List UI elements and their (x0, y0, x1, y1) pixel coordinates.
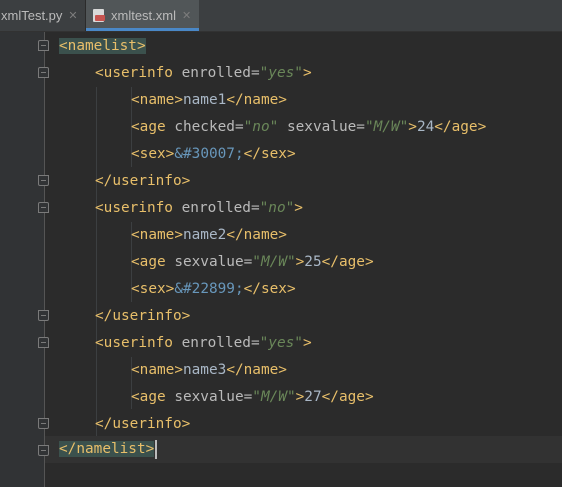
xml-entity: &#22899; (174, 281, 244, 297)
xml-tag: <sex> (131, 146, 175, 162)
fold-icon[interactable] (38, 337, 49, 348)
tab-label: xmltest.xml (111, 8, 176, 23)
close-tab-icon[interactable]: ✕ (68, 9, 77, 22)
xml-attribute-value: "M/W" (252, 389, 296, 405)
fold-icon[interactable] (38, 202, 49, 213)
code-line: </userinfo> (95, 303, 190, 330)
xml-tag: <age (131, 389, 166, 405)
xml-entity: &#30007; (174, 146, 244, 162)
xml-tag: </userinfo> (95, 416, 191, 432)
fold-icon[interactable] (38, 310, 49, 321)
xml-tag: > (295, 254, 305, 270)
xml-tag: <name> (131, 92, 183, 108)
xml-attribute: enrolled= (172, 65, 260, 81)
xml-tag: </age> (321, 254, 374, 270)
xml-tag: <name> (131, 227, 183, 243)
xml-tag: <age (131, 254, 166, 270)
xml-attribute-value: "no" (243, 119, 279, 135)
xml-tag: </name> (226, 227, 287, 243)
xml-tag: </name> (226, 92, 287, 108)
xml-text: 25 (304, 254, 322, 270)
code-line-current: </namelist> (59, 436, 158, 463)
xml-attribute-value: "M/W" (364, 119, 409, 135)
xml-attribute-value: "M/W" (252, 254, 296, 270)
xml-tag: > (294, 200, 303, 216)
fold-icon[interactable] (38, 418, 49, 429)
indent-guide (96, 87, 97, 437)
xml-text: name1 (182, 92, 227, 108)
xml-file-icon (92, 9, 106, 22)
xml-tag: > (302, 335, 312, 351)
xml-tag: <name> (131, 362, 183, 378)
xml-tag: <userinfo (95, 200, 173, 216)
xml-tag: </sex> (243, 281, 296, 297)
code-line: <age sexvalue="M/W">25</age> (131, 249, 374, 276)
xml-tag: </age> (434, 119, 487, 135)
xml-attribute-value: "yes" (259, 335, 303, 351)
fold-icon[interactable] (38, 175, 49, 186)
xml-attribute: enrolled= (172, 335, 260, 351)
tab-xmltest-xml[interactable]: xmltest.xml ✕ (85, 0, 199, 31)
xml-tag: > (295, 389, 305, 405)
text-caret (155, 439, 158, 459)
xml-attribute: enrolled= (172, 200, 260, 216)
xml-text: 24 (416, 119, 435, 135)
code-line: <sex>&#22899;</sex> (131, 276, 296, 303)
xml-tag: </userinfo> (95, 173, 191, 189)
fold-icon[interactable] (38, 445, 49, 456)
code-line: <sex>&#30007;</sex> (131, 141, 296, 168)
tab-label: xmlTest.py (1, 8, 63, 23)
xml-tag: <userinfo (95, 335, 173, 351)
code-line: <age sexvalue="M/W">27</age> (131, 384, 374, 411)
xml-attribute-value: "no" (259, 200, 295, 216)
xml-tag: </userinfo> (95, 308, 191, 324)
code-line: </userinfo> (95, 168, 190, 195)
fold-icon[interactable] (38, 40, 49, 51)
xml-text: name2 (182, 227, 227, 243)
close-tab-icon[interactable]: ✕ (182, 9, 191, 22)
xml-text: name3 (182, 362, 227, 378)
xml-attribute: sexvalue= (165, 254, 253, 270)
tab-xmltest-py[interactable]: xmlTest.py ✕ (0, 0, 84, 31)
xml-tag: > (408, 119, 417, 135)
xml-text: 27 (304, 389, 322, 405)
code-line: <name>name1</name> (131, 87, 287, 114)
xml-tag: <age (131, 119, 166, 135)
xml-attribute: sexvalue= (278, 119, 365, 135)
xml-tag: </age> (321, 389, 374, 405)
xml-tag: <namelist> (59, 38, 146, 54)
editor-tab-bar: xmlTest.py ✕ xmltest.xml ✕ (0, 0, 562, 32)
xml-tag: </sex> (243, 146, 296, 162)
xml-attribute: checked= (165, 119, 244, 135)
code-line: <namelist> (59, 33, 146, 60)
xml-tag: <sex> (131, 281, 175, 297)
xml-attribute: sexvalue= (165, 389, 253, 405)
xml-tag: </name> (226, 362, 287, 378)
code-line: <userinfo enrolled="yes"> (95, 330, 312, 357)
code-line: <name>name3</name> (131, 357, 287, 384)
code-line: <name>name2</name> (131, 222, 287, 249)
code-line: </userinfo> (95, 411, 190, 438)
xml-tag: </namelist> (59, 441, 155, 457)
xml-attribute-value: "yes" (259, 65, 303, 81)
code-line: <userinfo enrolled="yes"> (95, 60, 312, 87)
fold-icon[interactable] (38, 67, 49, 78)
code-line: <userinfo enrolled="no"> (95, 195, 303, 222)
xml-tag: <userinfo (95, 65, 173, 81)
xml-tag: > (302, 65, 312, 81)
code-line: <age checked="no" sexvalue="M/W">24</age… (131, 114, 486, 141)
